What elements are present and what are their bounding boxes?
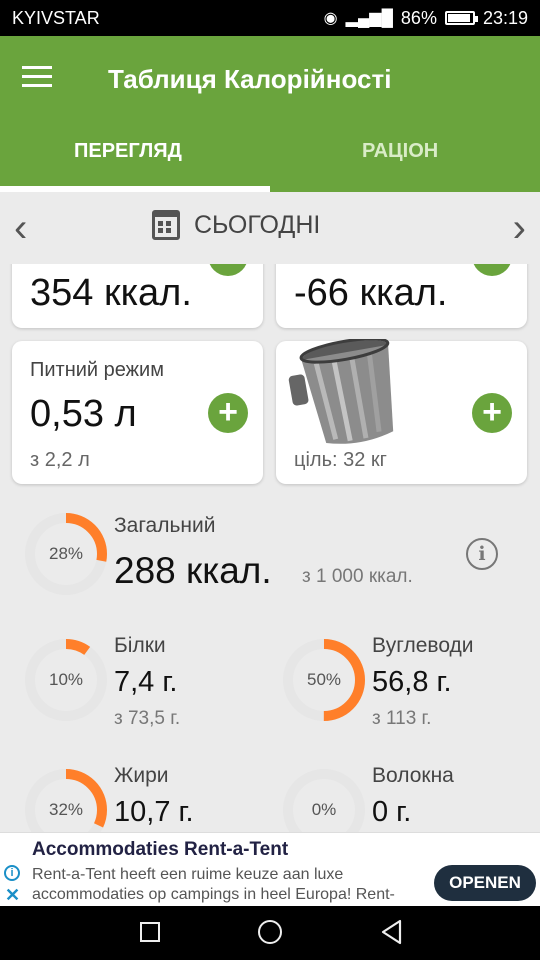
app-bar: Таблиця Калорійності ПЕРЕГЛЯД РАЦІОН [0, 36, 540, 192]
info-icon[interactable]: i [466, 538, 498, 570]
ad-info-icon[interactable]: i [4, 865, 20, 881]
carbs-goal: з 113 г. [372, 708, 432, 729]
total-goal: з 1 000 ккал. [302, 566, 413, 587]
protein-value: 7,4 г. [114, 666, 178, 698]
calendar-icon [152, 210, 180, 240]
fat-ring: 32% [24, 768, 108, 832]
total-label: Загальний [114, 514, 216, 537]
overview-content: 354 ккал. + -66 ккал. + Питний режим 0,5… [0, 264, 540, 832]
date-navigation: ‹ СЬОГОДНІ › [0, 192, 540, 264]
ad-banner[interactable]: Accommodaties Rent-a-Tent i ✕ Rent-a-Ten… [0, 832, 540, 906]
tab-overview[interactable]: ПЕРЕГЛЯД [74, 140, 182, 163]
ad-close-icon[interactable]: ✕ [5, 885, 20, 906]
fat-percent: 32% [48, 800, 84, 819]
fiber-label: Волокна [372, 764, 454, 787]
fiber-ring: 0% [282, 768, 366, 832]
add-weight-button[interactable]: + [472, 393, 512, 433]
add-activity-button[interactable]: + [472, 264, 512, 276]
status-icons: ◉ ▂▄▆█ 86% 23:19 [324, 8, 528, 29]
ad-text: Rent-a-Tent heeft een ruime keuze aan lu… [32, 866, 395, 903]
protein-ring: 10% [24, 638, 108, 722]
water-goal: з 2,2 л [30, 449, 90, 471]
battery-icon [444, 11, 478, 25]
total-calories-ring: 28% [24, 512, 108, 596]
home-icon[interactable] [258, 920, 282, 944]
weight-goal: ціль: 32 кг [294, 449, 387, 471]
ad-open-button[interactable]: OPENEN [434, 865, 536, 901]
status-bar: KYIVSTAR ◉ ▂▄▆█ 86% 23:19 [0, 0, 540, 36]
calories-value: 354 ккал. [30, 272, 192, 314]
carbs-percent: 50% [306, 670, 342, 689]
eye-icon: ◉ [323, 10, 338, 27]
system-navigation-bar [0, 906, 540, 960]
app-title: Таблиця Калорійності [108, 64, 392, 94]
water-label: Питний режим [30, 359, 164, 381]
date-picker[interactable]: СЬОГОДНІ [152, 210, 320, 240]
weight-card[interactable]: ціль: 32 кг + [276, 339, 527, 484]
protein-label: Білки [114, 634, 166, 657]
protein-goal: з 73,5 г. [114, 708, 181, 729]
recents-icon[interactable] [140, 922, 160, 942]
back-icon[interactable] [378, 918, 406, 946]
calories-card[interactable]: 354 ккал. + [12, 264, 263, 328]
calorie-balance-card[interactable]: -66 ккал. + [276, 264, 527, 328]
add-water-button[interactable]: + [208, 393, 248, 433]
ad-title[interactable]: Accommodaties Rent-a-Tent [32, 839, 288, 861]
clock: 23:19 [482, 7, 528, 28]
hamburger-menu-icon[interactable] [22, 66, 62, 100]
total-percent: 28% [48, 544, 84, 563]
calorie-balance-value: -66 ккал. [294, 272, 448, 314]
trash-can-icon [288, 339, 394, 444]
fiber-value: 0 г. [372, 796, 412, 828]
total-value: 288 ккал. [114, 550, 272, 591]
tab-diet[interactable]: РАЦІОН [362, 140, 438, 163]
fiber-percent: 0% [311, 800, 337, 819]
carrier-label: KYIVSTAR [12, 7, 100, 28]
battery-percent: 86% [400, 7, 437, 28]
fat-value: 10,7 г. [114, 796, 194, 828]
carbs-label: Вуглеводи [372, 634, 474, 657]
water-value: 0,53 л [30, 393, 137, 435]
protein-percent: 10% [48, 670, 84, 689]
water-card[interactable]: Питний режим 0,53 л з 2,2 л + [12, 341, 263, 484]
fat-label: Жири [114, 764, 169, 787]
signal-icon: ▂▄▆█ [345, 10, 393, 27]
date-label: СЬОГОДНІ [194, 210, 321, 239]
carbs-ring: 50% [282, 638, 366, 722]
carbs-value: 56,8 г. [372, 666, 452, 698]
next-day-chevron-icon[interactable]: › [513, 208, 526, 248]
add-calories-button[interactable]: + [208, 264, 248, 276]
previous-day-chevron-icon[interactable]: ‹ [14, 208, 27, 248]
